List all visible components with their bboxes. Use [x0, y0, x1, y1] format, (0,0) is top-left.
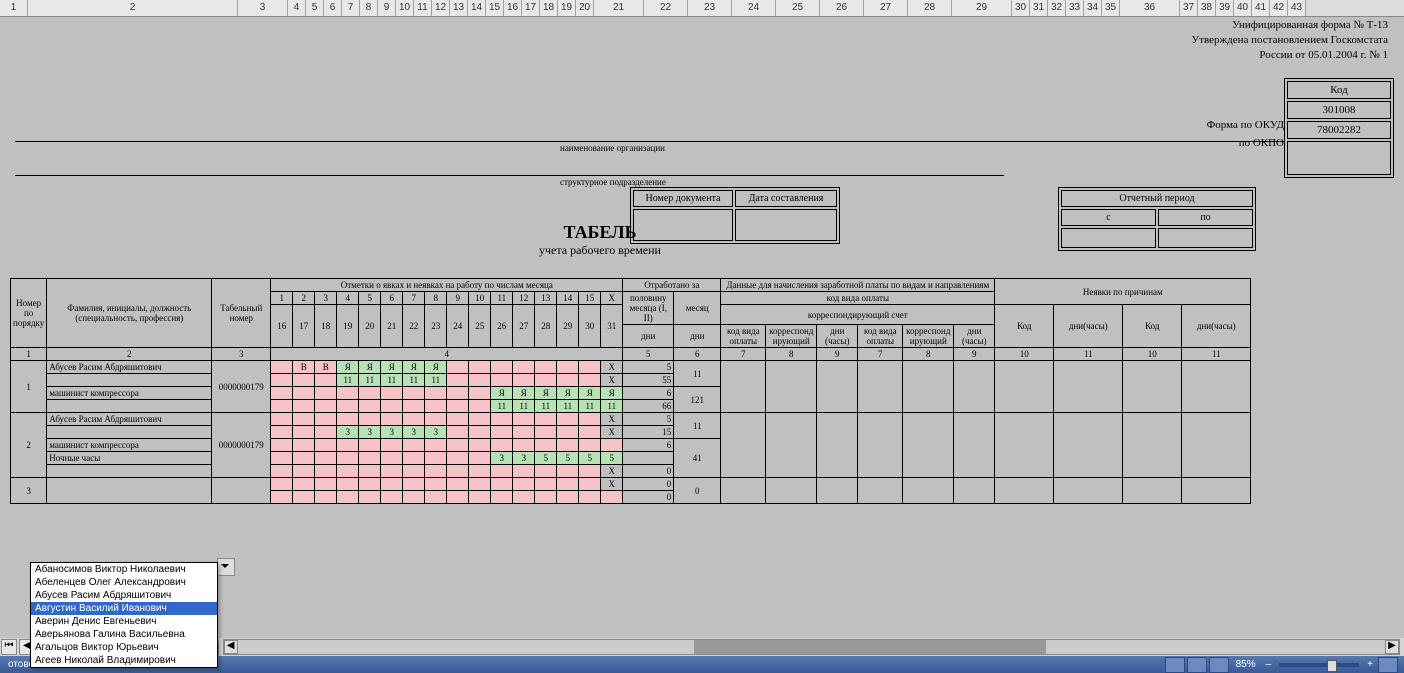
view-break-icon[interactable] [1209, 657, 1229, 673]
dropdown-item[interactable]: Агальцов Виктор Юрьевич [31, 641, 217, 654]
fullscreen-icon[interactable] [1378, 657, 1398, 673]
dropdown-item[interactable]: Агеев Николай Владимирович [31, 654, 217, 667]
zoom-slider[interactable] [1279, 663, 1359, 667]
dropdown-arrow-icon[interactable] [217, 558, 235, 576]
col-header[interactable]: 19 [558, 0, 576, 16]
col-header[interactable]: 37 [1180, 0, 1198, 16]
col-header[interactable]: 28 [908, 0, 952, 16]
dropdown-item[interactable]: Абусев Расим Абдряшитович [31, 589, 217, 602]
col-header[interactable]: 15 [486, 0, 504, 16]
col-header[interactable]: 33 [1066, 0, 1084, 16]
view-layout-icon[interactable] [1187, 657, 1207, 673]
col-header[interactable]: 2 [28, 0, 238, 16]
col-header[interactable]: 21 [594, 0, 644, 16]
col-header[interactable]: 22 [644, 0, 688, 16]
col-header[interactable]: 6 [324, 0, 342, 16]
col-header[interactable]: 35 [1102, 0, 1120, 16]
scroll-left-icon[interactable]: ◀ [224, 640, 238, 654]
dropdown-item[interactable]: Августин Василий Иванович [31, 602, 217, 615]
view-normal-icon[interactable] [1165, 657, 1185, 673]
col-header[interactable]: 26 [820, 0, 864, 16]
col-header[interactable]: 32 [1048, 0, 1066, 16]
col-header[interactable]: 31 [1030, 0, 1048, 16]
col-header[interactable]: 12 [432, 0, 450, 16]
zoom-out-icon[interactable]: – [1262, 659, 1276, 670]
col-header[interactable]: 1 [0, 0, 28, 16]
scroll-right-icon[interactable]: ▶ [1385, 640, 1399, 654]
org-caption: наименование организации [560, 143, 665, 153]
col-header[interactable]: 40 [1234, 0, 1252, 16]
timesheet-table[interactable]: Номер по порядкуФамилия, инициалы, должн… [10, 278, 1251, 504]
col-header[interactable]: 42 [1270, 0, 1288, 16]
col-header[interactable]: 3 [238, 0, 288, 16]
col-header[interactable]: 4 [288, 0, 306, 16]
scroll-thumb[interactable] [694, 640, 1047, 654]
column-ruler[interactable]: 1234567891011121314151617181920212223242… [0, 0, 1404, 17]
dropdown-item[interactable]: Аверьянова Галина Васильевна [31, 628, 217, 641]
col-header[interactable]: 36 [1120, 0, 1180, 16]
employee-dropdown[interactable]: Абаносимов Виктор НиколаевичАбеленцев Ол… [30, 562, 218, 668]
col-header[interactable]: 34 [1084, 0, 1102, 16]
col-header[interactable]: 23 [688, 0, 732, 16]
dept-underline [15, 175, 1004, 176]
col-header[interactable]: 27 [864, 0, 908, 16]
col-header[interactable]: 39 [1216, 0, 1234, 16]
zoom-in-icon[interactable]: + [1363, 659, 1377, 670]
dropdown-item[interactable]: Аверин Денис Евгеньевич [31, 615, 217, 628]
col-header[interactable]: 43 [1288, 0, 1306, 16]
col-header[interactable]: 29 [952, 0, 1012, 16]
form-header-text: Унифицированная форма № Т-13 Утверждена … [1191, 18, 1388, 63]
col-header[interactable]: 7 [342, 0, 360, 16]
code-box: Код 301008 78002282 [1284, 78, 1394, 178]
col-header[interactable]: 13 [450, 0, 468, 16]
col-header[interactable]: 41 [1252, 0, 1270, 16]
col-header[interactable]: 30 [1012, 0, 1030, 16]
col-header[interactable]: 14 [468, 0, 486, 16]
tab-nav-first[interactable]: ⏮ [1, 639, 17, 655]
zoom-level[interactable]: 85% [1230, 659, 1262, 670]
col-header[interactable]: 20 [576, 0, 594, 16]
col-header[interactable]: 24 [732, 0, 776, 16]
col-header[interactable]: 11 [414, 0, 432, 16]
dropdown-item[interactable]: Абеленцев Олег Александрович [31, 576, 217, 589]
org-underline [15, 141, 1284, 142]
col-header[interactable]: 5 [306, 0, 324, 16]
col-header[interactable]: 9 [378, 0, 396, 16]
horizontal-scrollbar[interactable]: ◀ ▶ [223, 639, 1400, 655]
doc-title: ТАБЕЛЬ учета рабочего времени [400, 222, 800, 258]
col-header[interactable]: 38 [1198, 0, 1216, 16]
col-header[interactable]: 8 [360, 0, 378, 16]
col-header[interactable]: 16 [504, 0, 522, 16]
col-header[interactable]: 18 [540, 0, 558, 16]
col-header[interactable]: 17 [522, 0, 540, 16]
period-meta: Отчетный период спо [1058, 187, 1256, 251]
dept-caption: структурное подразделение [560, 177, 666, 187]
col-header[interactable]: 10 [396, 0, 414, 16]
dropdown-item[interactable]: Абаносимов Виктор Николаевич [31, 563, 217, 576]
code-labels: Форма по ОКУД по ОКПО [1207, 98, 1284, 152]
col-header[interactable]: 25 [776, 0, 820, 16]
